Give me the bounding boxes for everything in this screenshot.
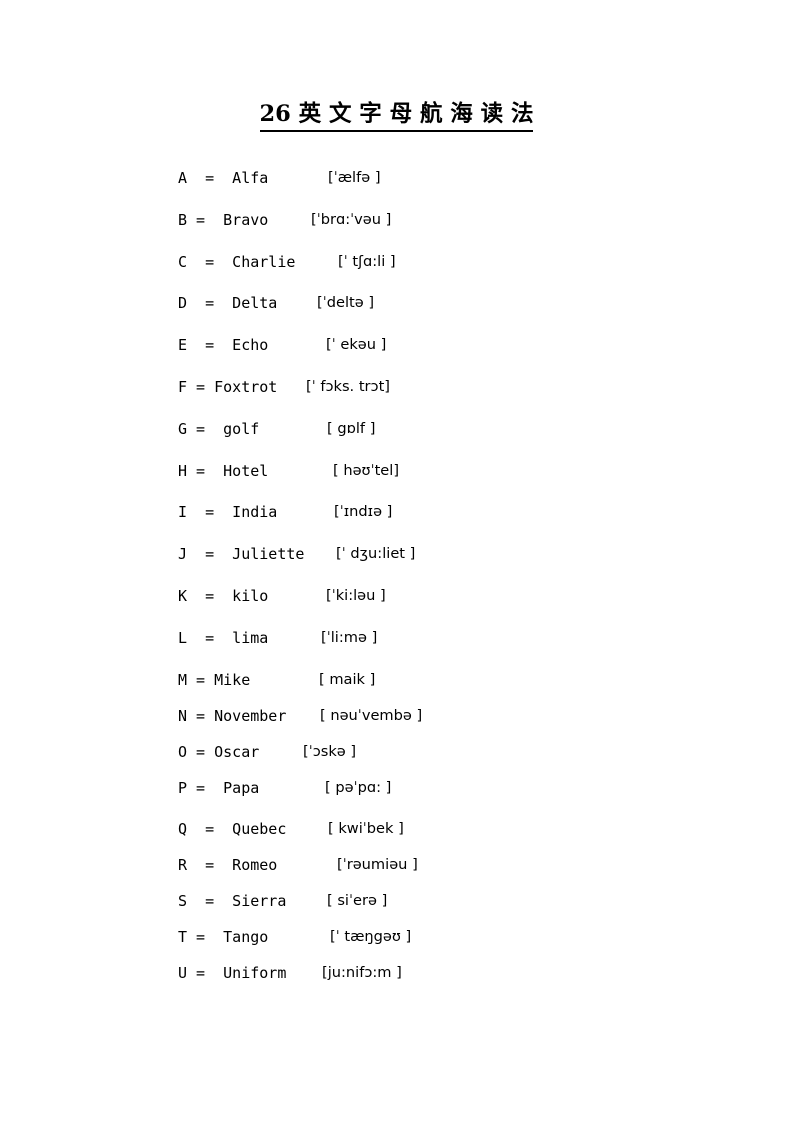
entry-letter-word: R = Romeo [178,856,278,875]
alphabet-entry-row: J = Juliette [ˈ dʒu:liet ] [0,544,793,586]
entry-letter-word: D = Delta [178,294,278,313]
entry-letter-word: K = kilo [178,586,269,605]
alphabet-entry-row: H = Hotel [ həʊˈtel] [0,461,793,503]
entry-phonetic: [ nəuˈvembə ] [320,706,423,724]
entry-letter-word: G = golf [178,419,260,438]
alphabet-entry-row: P = Papa [ pəˈpɑ: ] [0,778,793,820]
entry-letter-word: P = Papa [178,778,260,797]
alphabet-entry-row: T = Tango [ˈ tæŋgəʊ ] [0,927,793,963]
alphabet-entry-row: R = Romeo [ˈrəumiəu ] [0,855,793,891]
entry-phonetic: [ pəˈpɑ: ] [325,778,392,796]
entry-phonetic: [ˈki:ləu ] [326,586,386,604]
entry-phonetic: [ˈrəumiəu ] [337,856,418,874]
entry-letter-word: T = Tango [178,928,269,947]
document-page: 26 英 文 字 母 航 海 读 法 A = Alfa [ˈælfə ] B = B… [0,0,793,1122]
entry-letter-word: E = Echo [178,336,269,355]
entry-letter-word: I = India [178,503,278,522]
page-title: 26 英 文 字 母 航 海 读 法 [259,99,534,132]
entry-letter-word: O = Oscar [178,742,260,761]
title-block: 26 英 文 字 母 航 海 读 法 [0,99,793,132]
alphabet-entry-row: D = Delta [ˈdeltə ] [0,293,793,335]
alphabet-entry-row: U = Uniform [ju:nifɔ:m ] [0,963,793,999]
entry-phonetic: [ˈdeltə ] [317,294,375,312]
entry-phonetic: [ siˈerə ] [327,892,388,910]
entry-phonetic: [ˈbrɑ:ˈvəu ] [311,210,392,228]
entry-letter-word: H = Hotel [178,461,269,480]
entry-phonetic: [ maik ] [319,670,376,688]
alphabet-entry-row: K = kilo [ˈki:ləu ] [0,586,793,628]
alphabet-entry-row: C = Charlie [ˈ tʃɑ:li ] [0,252,793,294]
alphabet-entry-row: N = November [ nəuˈvembə ] [0,706,793,742]
alphabet-entry-row: F = Foxtrot [ˈ fɔks. trɔt] [0,377,793,419]
entry-phonetic: [ˈælfə ] [328,169,381,186]
entry-letter-word: Q = Quebec [178,820,287,839]
entry-letter-word: B = Bravo [178,210,269,229]
entry-phonetic: [ju:nifɔ:m ] [322,964,402,982]
alphabet-entry-row: S = Sierra [ siˈerə ] [0,891,793,927]
entry-letter-word: J = Juliette [178,545,305,564]
alphabet-entry-row: I = India [ˈɪndɪə ] [0,502,793,544]
entry-letter-word: N = November [178,706,287,725]
entry-phonetic: [ həʊˈtel] [333,461,400,479]
alphabet-entry-row: G = golf [ gɒlf ] [0,419,793,461]
entry-phonetic: [ gɒlf ] [327,419,376,437]
entry-letter-word: A = Alfa [178,169,269,187]
entry-letter-word: M = Mike [178,670,251,689]
entry-letter-word: C = Charlie [178,252,296,271]
entry-letter-word: F = Foxtrot [178,377,278,396]
alphabet-entry-row: E = Echo [ˈ ekəu ] [0,335,793,377]
entry-phonetic: [ˈli:mə ] [321,628,378,646]
entry-phonetic: [ˈ tʃɑ:li ] [338,252,396,270]
entry-letter-word: U = Uniform [178,964,287,983]
entry-letter-word: S = Sierra [178,892,287,911]
alphabet-entry-row: L = lima [ˈli:mə ] [0,628,793,670]
alphabet-entry-row: O = Oscar [ˈɔskə ] [0,742,793,778]
entry-phonetic: [ˈ ekəu ] [326,336,387,354]
entry-phonetic: [ˈɔskə ] [303,742,357,760]
alphabet-entry-row: M = Mike [ maik ] [0,670,793,706]
alphabet-entry-row: A = Alfa [ˈælfə ] [0,168,793,210]
entry-phonetic: [ kwiˈbek ] [328,820,404,838]
entry-letter-word: L = lima [178,628,269,647]
alphabet-entry-row: B = Bravo [ˈbrɑ:ˈvəu ] [0,210,793,252]
entry-phonetic: [ˈ tæŋgəʊ ] [330,928,412,946]
entry-phonetic: [ˈɪndɪə ] [334,503,393,521]
alphabet-entry-list: A = Alfa [ˈælfə ] B = Bravo [ˈbrɑ:ˈvəu ] C =… [0,168,793,999]
entry-phonetic: [ˈ fɔks. trɔt] [306,377,390,395]
alphabet-entry-row: Q = Quebec [ kwiˈbek ] [0,819,793,855]
entry-phonetic: [ˈ dʒu:liet ] [336,545,416,563]
